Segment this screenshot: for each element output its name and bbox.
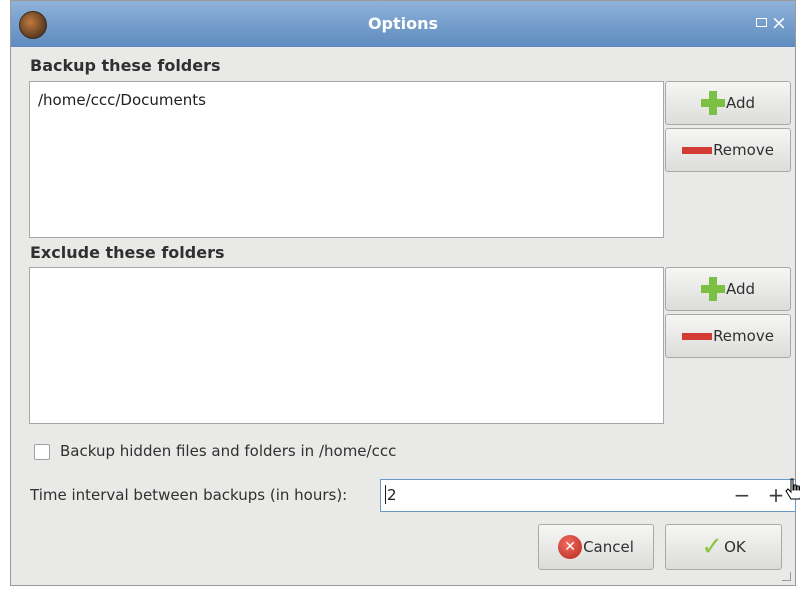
cancel-label: Cancel	[583, 538, 634, 556]
hidden-files-label: Backup hidden files and folders in /home…	[60, 442, 397, 460]
plus-icon	[700, 91, 725, 115]
text-caret	[385, 485, 386, 504]
backup-add-button[interactable]: Add	[665, 81, 791, 125]
minus-icon	[682, 146, 713, 154]
window-title: Options	[367, 14, 439, 33]
backup-folders-list[interactable]: /home/ccc/Documents	[29, 81, 664, 238]
resize-grip[interactable]	[782, 572, 791, 581]
cancel-button[interactable]: ✕ Cancel	[538, 524, 654, 570]
hidden-files-checkbox[interactable]	[34, 444, 50, 460]
interval-label: Time interval between backups (in hours)…	[30, 486, 348, 504]
title-bar[interactable]: Options ×	[11, 1, 795, 47]
ok-button[interactable]: ✓ OK	[665, 524, 782, 570]
list-item[interactable]: /home/ccc/Documents	[38, 91, 206, 109]
minus-icon	[682, 332, 713, 340]
backup-folders-label: Backup these folders	[30, 56, 221, 75]
exclude-add-button[interactable]: Add	[665, 267, 791, 311]
maximize-icon[interactable]	[756, 18, 767, 27]
checkmark-icon: ✓	[701, 532, 724, 562]
ok-label: OK	[724, 538, 746, 556]
add-label: Add	[725, 280, 756, 298]
interval-value[interactable]: 2	[387, 486, 397, 504]
exclude-remove-button[interactable]: Remove	[665, 314, 791, 358]
exclude-folders-list[interactable]	[29, 267, 664, 424]
mouse-pointer-icon	[785, 478, 800, 500]
backup-remove-button[interactable]: Remove	[665, 128, 791, 172]
options-dialog: Options × Backup these folders /home/ccc…	[10, 0, 800, 586]
remove-label: Remove	[713, 327, 774, 345]
decrement-button[interactable]: −	[727, 480, 757, 511]
add-label: Add	[725, 94, 756, 112]
exclude-folders-label: Exclude these folders	[30, 243, 225, 262]
interval-spinbox[interactable]: 2 − +	[380, 479, 796, 512]
cancel-icon: ✕	[558, 535, 583, 559]
close-icon[interactable]: ×	[769, 11, 789, 35]
remove-label: Remove	[713, 141, 774, 159]
plus-icon	[700, 277, 725, 301]
